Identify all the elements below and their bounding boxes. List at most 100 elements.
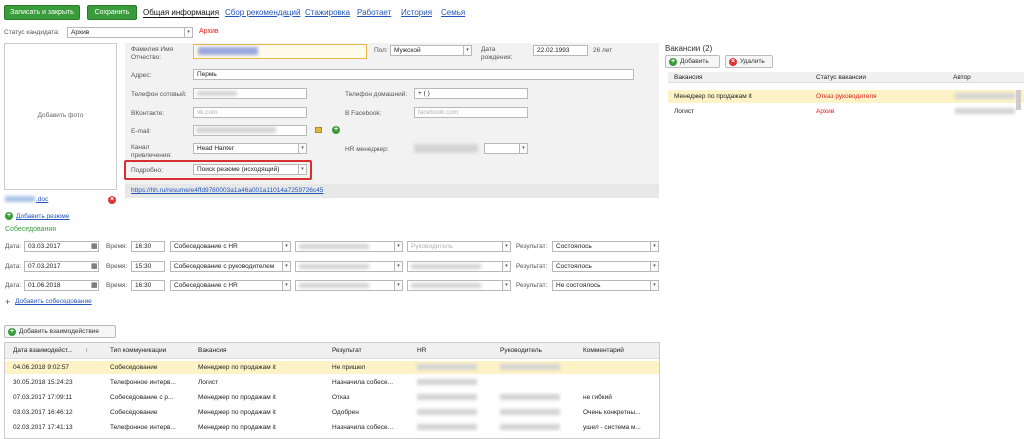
table-row[interactable]: 30.05.2018 15:24:23 Телефонное интерв...…: [5, 376, 659, 389]
chevron-down-icon[interactable]: ▾: [282, 280, 291, 291]
manager-col-header[interactable]: Руководитель: [500, 345, 542, 356]
add-vacancy-label: Добавить: [680, 58, 709, 65]
detail-select[interactable]: Поиск резюме (исходящий): [193, 164, 307, 175]
interview-time-input[interactable]: 16:30: [131, 280, 165, 291]
vacancy-col-header[interactable]: Вакансия: [198, 345, 227, 356]
chevron-down-icon[interactable]: ▾: [519, 143, 528, 154]
chevron-down-icon[interactable]: ▾: [650, 261, 659, 272]
chevron-down-icon[interactable]: ▾: [650, 280, 659, 291]
resume-file-link[interactable]: .doc: [36, 196, 48, 203]
scrollbar[interactable]: [1016, 90, 1021, 110]
chevron-down-icon[interactable]: ▾: [394, 241, 403, 252]
tab-general[interactable]: Общая информация: [143, 8, 220, 18]
interview-type-select[interactable]: Собеседование с HR: [170, 280, 291, 291]
channel-select[interactable]: Head Hanter: [193, 143, 307, 154]
interaction-hr: [417, 424, 477, 430]
interview-date-input[interactable]: 07.03.2017: [24, 261, 99, 272]
status-tag: Архив: [199, 28, 219, 35]
interactions-grid-header: Дата взаимодейст... ↑ Тип коммуникации В…: [5, 343, 659, 359]
interview-type-select[interactable]: Собеседование с руководителем: [170, 261, 291, 272]
chevron-down-icon[interactable]: ▾: [394, 261, 403, 272]
delete-icon[interactable]: ×: [108, 196, 116, 204]
tab-working[interactable]: Работает: [357, 8, 391, 17]
birth-input[interactable]: 22.02.1993: [533, 45, 588, 56]
tab-recommendations[interactable]: Сбор рекомендаций: [225, 8, 300, 17]
delete-vacancy-label: Удалить: [740, 58, 765, 65]
hr-col-header[interactable]: HR: [417, 345, 426, 356]
vk-label: ВКонтакте:: [131, 110, 165, 117]
address-input[interactable]: Пермь: [193, 69, 634, 80]
chevron-down-icon[interactable]: ▾: [282, 261, 291, 272]
add-vacancy-button[interactable]: + Добавить: [665, 55, 720, 68]
calendar-icon[interactable]: ▦: [91, 281, 98, 289]
sort-arrow-icon[interactable]: ↑: [85, 345, 88, 356]
vacancy-status: Отказ руководителя: [816, 93, 877, 100]
interview-result-select[interactable]: Состоялось: [552, 261, 659, 272]
tab-history[interactable]: История: [401, 8, 432, 17]
table-row[interactable]: 04.06.2018 9:02:57 Собеседование Менедже…: [5, 361, 659, 374]
interview-time-input[interactable]: 16:30: [131, 241, 165, 252]
result-col-header[interactable]: Результат: [332, 345, 362, 356]
interview-result-select[interactable]: Состоялось: [552, 241, 659, 252]
plus-icon[interactable]: +: [332, 126, 340, 134]
interview-date-input[interactable]: 01.06.2018: [24, 280, 99, 291]
interaction-type: Собеседование с р...: [110, 394, 174, 401]
vacancy-name: Логист: [674, 108, 695, 115]
table-row[interactable]: Логист Архив: [668, 105, 1024, 118]
chevron-down-icon[interactable]: ▾: [282, 241, 291, 252]
table-row[interactable]: 02.03.2017 17:41:13 Телефонное интерв...…: [5, 421, 659, 434]
add-interaction-button[interactable]: + Добавить взаимодействие: [4, 325, 116, 338]
status-col-header[interactable]: Статус вакансии: [816, 72, 866, 83]
tab-family[interactable]: Семья: [441, 8, 465, 17]
result-label: Результат:: [516, 263, 548, 270]
fb-input[interactable]: facebook.com: [414, 107, 528, 118]
interview-result-select[interactable]: Не состоялось: [552, 280, 659, 291]
chevron-down-icon[interactable]: ▾: [502, 280, 511, 291]
calendar-icon[interactable]: ▦: [91, 262, 98, 270]
chevron-down-icon[interactable]: ▾: [298, 143, 307, 154]
chevron-down-icon[interactable]: ▾: [502, 261, 511, 272]
vacancy-status: Архив: [816, 108, 835, 115]
interaction-result: Отказ: [332, 394, 350, 401]
interaction-vacancy: Менеджер по продажам it: [198, 394, 276, 401]
date-col-header[interactable]: Дата взаимодейст...: [13, 345, 73, 356]
chevron-down-icon[interactable]: ▾: [502, 241, 511, 252]
save-close-button[interactable]: Записать и закрыть: [4, 5, 80, 20]
add-resume-link[interactable]: Добавить резюме: [16, 213, 70, 220]
comment-col-header[interactable]: Комментарий: [583, 345, 624, 356]
chevron-down-icon[interactable]: ▾: [650, 241, 659, 252]
calendar-icon[interactable]: ▦: [91, 242, 98, 250]
interview-date-input[interactable]: 03.03.2017: [24, 241, 99, 252]
delete-vacancy-button[interactable]: × Удалить: [725, 55, 773, 68]
chevron-down-icon[interactable]: ▾: [184, 27, 193, 38]
author-col-header[interactable]: Автор: [953, 72, 971, 83]
interaction-vacancy: Менеджер по продажам it: [198, 424, 276, 431]
time-label: Время:: [106, 282, 128, 289]
plus-icon: +: [8, 328, 16, 336]
table-row[interactable]: 07.03.2017 17:09:11 Собеседование с р...…: [5, 391, 659, 404]
interview-type-select[interactable]: Собеседование с HR: [170, 241, 291, 252]
mobile-label: Телефон сотовый:: [131, 91, 187, 98]
vacancy-col-header[interactable]: Вакансия: [674, 72, 703, 83]
vk-input[interactable]: vk.com: [193, 107, 307, 118]
sex-select[interactable]: Мужской: [390, 45, 472, 56]
home-phone-input[interactable]: + ( ): [414, 88, 528, 99]
interaction-type: Телефонное интерв...: [110, 379, 176, 386]
chevron-down-icon[interactable]: ▾: [463, 45, 472, 56]
table-row[interactable]: Менеджер по продажам it Отказ руководите…: [668, 90, 1024, 103]
status-select[interactable]: Архив: [67, 27, 193, 38]
chevron-down-icon[interactable]: ▾: [394, 280, 403, 291]
interview-manager-select[interactable]: Руководитель: [407, 241, 511, 252]
tab-internship[interactable]: Стажировка: [305, 8, 350, 17]
add-interview-link[interactable]: Добавить собеседование: [15, 298, 92, 305]
chevron-down-icon[interactable]: ▾: [298, 164, 307, 175]
table-row[interactable]: 03.03.2017 16:46:12 Собеседование Менедж…: [5, 406, 659, 419]
photo-box[interactable]: Добавить фото: [4, 43, 117, 190]
interview-time-input[interactable]: 15:30: [131, 261, 165, 272]
resume-url-link[interactable]: https://hh.ru/resume/e4ffd9780003a1a46a0…: [131, 187, 323, 194]
add-photo-label: Добавить фото: [37, 112, 84, 119]
type-col-header[interactable]: Тип коммуникации: [110, 345, 166, 356]
interaction-hr: [417, 409, 477, 415]
mail-icon[interactable]: [315, 127, 322, 133]
save-button[interactable]: Сохранить: [87, 5, 137, 20]
